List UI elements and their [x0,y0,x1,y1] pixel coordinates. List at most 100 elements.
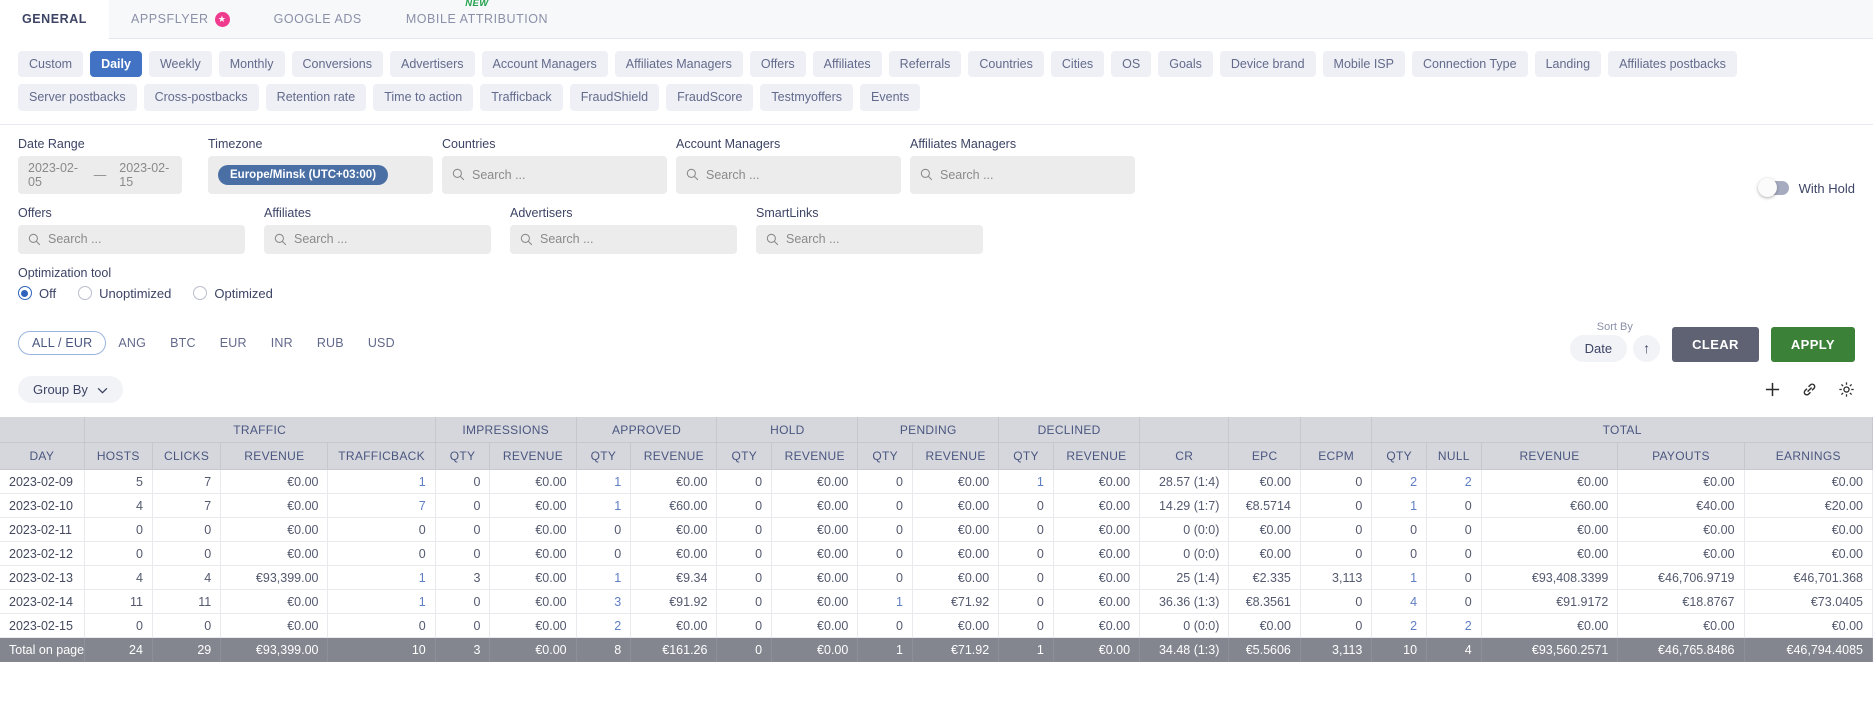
chip-time-to-action[interactable]: Time to action [373,84,474,111]
currency-ang[interactable]: ANG [106,331,158,355]
col-declined-qty[interactable]: QTY [998,442,1054,471]
col-traffic-clicks[interactable]: CLICKS [152,442,222,471]
cell-value[interactable]: 2 [1371,469,1428,495]
timezone-pill[interactable]: Europe/Minsk (UTC+03:00) [218,164,389,185]
chip-goals[interactable]: Goals [1158,51,1213,78]
advertisers-search-input[interactable]: Search ... [510,224,737,254]
link-icon[interactable] [1801,381,1818,398]
chip-conversions[interactable]: Conversions [291,51,383,78]
chip-monthly[interactable]: Monthly [218,51,285,78]
cell-value[interactable]: 4 [1371,589,1428,615]
with-hold-toggle[interactable] [1757,178,1789,198]
col-total-earnings[interactable]: EARNINGS [1744,442,1873,471]
currency-usd[interactable]: USD [356,331,407,355]
chip-mobile-isp[interactable]: Mobile ISP [1322,51,1405,78]
account-managers-search-input[interactable]: Search ... [676,155,901,194]
cell-value[interactable]: 1 [327,565,436,591]
col-cr[interactable]: CR [1139,442,1230,471]
chip-offers[interactable]: Offers [749,51,806,78]
cell-value[interactable]: 1 [576,565,632,591]
currency-rub[interactable]: RUB [305,331,356,355]
chip-affiliates-managers[interactable]: Affiliates Managers [614,51,743,78]
chip-custom[interactable]: Custom [18,51,84,78]
gear-icon[interactable] [1838,381,1855,398]
group-by-dropdown[interactable]: Group By [18,376,123,404]
cell-value[interactable]: 1 [998,469,1054,495]
col-hold-revenue[interactable]: REVENUE [771,442,859,471]
timezone-input[interactable]: Europe/Minsk (UTC+03:00) [208,155,433,194]
tab-mobile-attribution[interactable]: NEW MOBILE ATTRIBUTION [384,0,570,38]
col-ecpm[interactable]: ECPM [1300,442,1373,471]
smartlinks-search-input[interactable]: Search ... [756,224,983,254]
col-approved-revenue[interactable]: REVENUE [630,442,718,471]
col-impressions-qty[interactable]: QTY [435,442,491,471]
cell-value[interactable]: 7 [327,493,436,519]
currency-eur[interactable]: EUR [208,331,259,355]
cell-value[interactable]: 1 [1371,493,1428,519]
affiliates-managers-search-input[interactable]: Search ... [910,155,1135,194]
cell-value[interactable]: 1 [576,493,632,519]
chip-retention-rate[interactable]: Retention rate [265,84,367,111]
chip-device-brand[interactable]: Device brand [1219,51,1316,78]
col-total-qty[interactable]: QTY [1371,442,1428,471]
cell-value[interactable]: 1 [857,589,913,615]
cell-value[interactable]: 2 [576,613,632,639]
chip-account-managers[interactable]: Account Managers [481,51,608,78]
chip-trafficback[interactable]: Trafficback [480,84,563,111]
plus-icon[interactable] [1764,381,1781,398]
tab-general[interactable]: GENERAL [0,0,109,39]
clear-button[interactable]: CLEAR [1672,326,1759,362]
col-total-revenue[interactable]: REVENUE [1481,442,1619,471]
cell-value[interactable]: 1 [327,469,436,495]
chip-countries[interactable]: Countries [968,51,1044,78]
chip-advertisers[interactable]: Advertisers [390,51,475,78]
col-hold-qty[interactable]: QTY [716,442,773,471]
countries-search-input[interactable]: Search ... [442,155,667,194]
chip-cities[interactable]: Cities [1050,51,1105,78]
col-approved-qty[interactable]: QTY [576,442,632,471]
chip-affiliates-postbacks[interactable]: Affiliates postbacks [1608,51,1737,78]
cell-value[interactable]: 1 [576,469,632,495]
sort-direction-icon[interactable]: ↑ [1633,334,1661,362]
with-hold-control[interactable]: With Hold [1757,178,1855,198]
sort-by-field[interactable]: Date [1569,334,1628,362]
col-pending-qty[interactable]: QTY [857,442,913,471]
cell-value[interactable]: 1 [327,589,436,615]
radio-optimized[interactable]: Optimized [193,286,273,301]
offers-search-input[interactable]: Search ... [18,224,245,254]
chip-affiliates[interactable]: Affiliates [812,51,882,78]
chip-events[interactable]: Events [860,84,921,111]
col-traffic-revenue[interactable]: REVENUE [220,442,329,471]
radio-unoptimized[interactable]: Unoptimized [78,286,171,301]
chip-referrals[interactable]: Referrals [888,51,962,78]
cell-value[interactable]: 1 [1371,565,1428,591]
cell-value[interactable]: 2 [1426,469,1482,495]
col-declined-revenue[interactable]: REVENUE [1053,442,1141,471]
col-total-payouts[interactable]: PAYOUTS [1617,442,1745,471]
chip-connection-type[interactable]: Connection Type [1411,51,1528,78]
cell-value[interactable]: 2 [1426,613,1482,639]
col-day[interactable]: DAY [0,442,85,471]
date-range-input[interactable]: 2023-02-05 — 2023-02-15 [18,155,182,194]
tab-google-ads[interactable]: GOOGLE ADS [252,0,384,38]
affiliates-search-input[interactable]: Search ... [264,224,491,254]
chip-fraudscore[interactable]: FraudScore [666,84,754,111]
chip-testmyoffers[interactable]: Testmyoffers [760,84,854,111]
cell-value[interactable]: 2 [1371,613,1428,639]
currency-inr[interactable]: INR [259,331,305,355]
col-impressions-revenue[interactable]: REVENUE [489,442,577,471]
currency-btc[interactable]: BTC [158,331,208,355]
col-total-null[interactable]: NULL [1426,442,1482,471]
col-traffic-hosts[interactable]: HOSTS [84,442,153,471]
col-epc[interactable]: EPC [1228,442,1301,471]
col-traffic-trafficback[interactable]: TRAFFICBACK [327,442,436,471]
apply-button[interactable]: APPLY [1770,326,1855,362]
tab-appsflyer[interactable]: APPSFLYER ★ [109,0,252,38]
chip-os[interactable]: OS [1111,51,1152,78]
cell-value[interactable]: 3 [576,589,632,615]
chip-daily[interactable]: Daily [90,51,142,78]
chip-landing[interactable]: Landing [1534,51,1602,78]
chip-fraudshield[interactable]: FraudShield [569,84,660,111]
chip-weekly[interactable]: Weekly [148,51,212,78]
currency-all-eur[interactable]: ALL / EUR [18,330,107,355]
